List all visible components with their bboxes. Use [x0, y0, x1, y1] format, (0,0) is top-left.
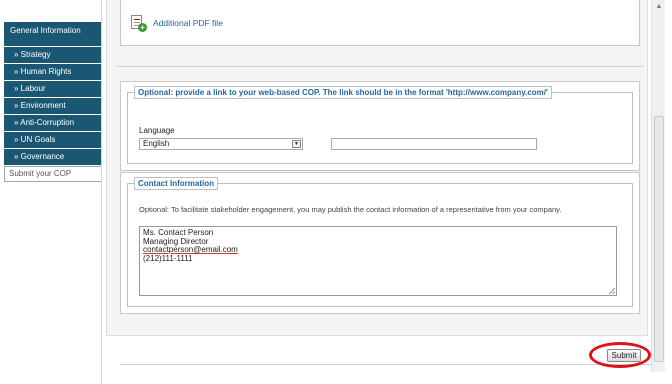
sidebar-title-general-information[interactable]: General Information	[4, 22, 102, 47]
contact-textarea[interactable]: Ms. Contact Person Managing Director con…	[139, 226, 617, 296]
additional-pdf-link[interactable]: + Additional PDF file	[131, 15, 223, 32]
sidebar-item-un-goals[interactable]: » UN Goals	[4, 132, 102, 149]
cop-sidebar-nav: General Information » Strategy » Human R…	[4, 22, 102, 182]
cop-url-input[interactable]	[331, 138, 537, 150]
scrollbar-thumb[interactable]	[654, 116, 664, 362]
main-content-frame: + Additional PDF file Optional: provide …	[101, 0, 651, 384]
sidebar-item-human-rights[interactable]: » Human Rights	[4, 64, 102, 81]
resize-handle-icon[interactable]	[609, 288, 615, 294]
web-cop-panel: Optional: provide a link to your web-bas…	[120, 81, 640, 171]
chevron-down-icon[interactable]: ▼	[292, 140, 301, 148]
form-background: + Additional PDF file Optional: provide …	[106, 0, 648, 336]
contact-legend: Contact Information	[134, 177, 218, 190]
section-divider	[117, 66, 643, 67]
language-select[interactable]: English ▼	[139, 138, 303, 150]
sidebar-item-anti-corruption[interactable]: » Anti-Corruption	[4, 115, 102, 132]
sidebar-item-labour[interactable]: » Labour	[4, 81, 102, 98]
language-select-value: English	[143, 139, 170, 148]
additional-pdf-label: Additional PDF file	[153, 18, 223, 28]
pdf-add-icon: +	[131, 15, 147, 32]
contact-panel: Contact Information Optional: To facilit…	[120, 172, 640, 314]
contact-line-name: Ms. Contact Person	[143, 228, 214, 237]
contact-line-email: contactperson@email.com	[143, 245, 238, 254]
contact-line-phone: (212)111-1111	[143, 253, 193, 263]
sidebar-item-environment[interactable]: » Environment	[4, 98, 102, 115]
sidebar-item-strategy[interactable]: » Strategy	[4, 47, 102, 64]
language-label: Language	[139, 126, 175, 135]
web-cop-legend: Optional: provide a link to your web-bas…	[134, 86, 552, 99]
vertical-scrollbar[interactable]: ▲	[651, 0, 665, 372]
submit-button[interactable]: Submit	[607, 349, 641, 362]
scroll-up-arrow-icon[interactable]: ▲	[652, 0, 666, 14]
sidebar-item-submit-cop[interactable]: Submit your COP	[4, 166, 102, 182]
sidebar-item-governance[interactable]: » Governance	[4, 149, 102, 166]
web-cop-fieldset: Optional: provide a link to your web-bas…	[127, 86, 633, 164]
attachments-panel: + Additional PDF file	[120, 0, 640, 46]
contact-description: Optional: To facilitate stakeholder enga…	[139, 205, 562, 214]
footer-divider	[120, 364, 651, 365]
